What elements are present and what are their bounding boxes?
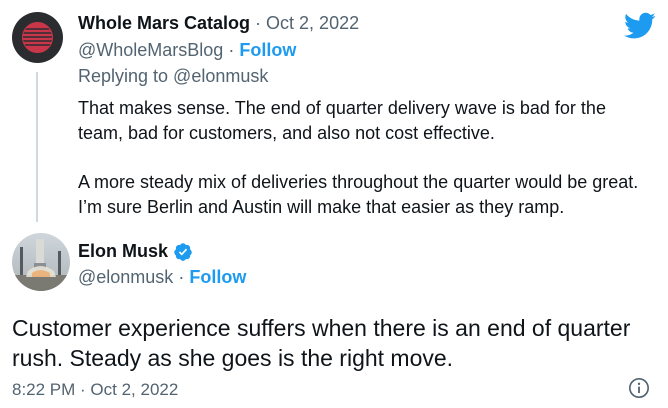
avatar-image (12, 12, 63, 63)
reply-date[interactable]: · Oct 2, 2022 (255, 13, 359, 33)
twitter-bird-icon[interactable] (624, 12, 656, 40)
separator-dot: · (178, 267, 185, 287)
info-icon[interactable] (628, 377, 650, 399)
verified-badge-icon (174, 242, 192, 261)
avatar-elonmusk[interactable] (12, 233, 70, 291)
reply-handle[interactable]: @WholeMarsBlog (78, 40, 223, 60)
reply-body: That makes sense. The end of quarter del… (78, 96, 653, 244)
tweet-handle[interactable]: @elonmusk (78, 267, 173, 287)
reply-author-name[interactable]: Whole Mars Catalog (78, 13, 250, 33)
reply-handle-row: @WholeMarsBlog · Follow (78, 40, 296, 61)
avatar-image (12, 233, 70, 291)
reply-paragraph-2: A more steady mix of deliveries througho… (78, 172, 639, 217)
tweet-timestamp[interactable]: 8:22 PM · Oct 2, 2022 (12, 380, 178, 400)
thread-connector (36, 72, 38, 222)
reply-author-row: Whole Mars Catalog · Oct 2, 2022 (78, 13, 359, 34)
reply-paragraph-1: That makes sense. The end of quarter del… (78, 98, 606, 143)
tweet-text: Customer experience suffers when there i… (12, 315, 631, 371)
avatar-wholemarsblog[interactable] (12, 12, 63, 63)
tweet-handle-row: @elonmusk · Follow (78, 267, 246, 288)
replying-to: Replying to @elonmusk (78, 66, 269, 86)
separator-dot: · (228, 40, 235, 60)
tweet-author-row: Elon Musk (78, 241, 193, 262)
follow-button-elonmusk[interactable]: Follow (189, 267, 246, 287)
follow-button-wholemarsblog[interactable]: Follow (239, 40, 296, 60)
tweet-author-name[interactable]: Elon Musk (78, 241, 168, 262)
